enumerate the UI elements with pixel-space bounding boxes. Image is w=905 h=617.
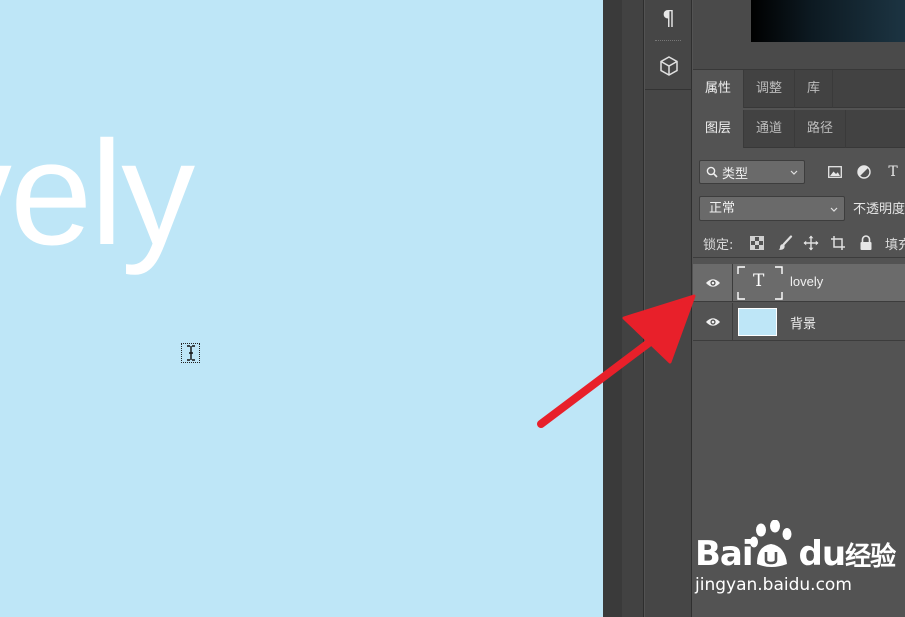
- image-filter-icon[interactable]: [826, 163, 844, 181]
- tab-libraries[interactable]: 库: [795, 70, 834, 108]
- text-ibeam-cursor: [181, 343, 200, 363]
- tab-adjustments[interactable]: 调整: [744, 70, 796, 108]
- lock-row: 锁定: 填充: [693, 228, 905, 258]
- navigator-preview: [693, 0, 905, 70]
- lock-label: 锁定:: [703, 238, 734, 253]
- document-canvas[interactable]: vely: [0, 0, 603, 617]
- opacity-label: 不透明度: [853, 202, 905, 217]
- panel-group-divider: [655, 40, 681, 42]
- text-layer-thumb-glyph: T: [753, 271, 765, 291]
- text-layer-thumbnail[interactable]: T: [737, 266, 783, 300]
- search-icon: [706, 166, 718, 178]
- layer-filter-row: 类型 T: [693, 153, 905, 191]
- layer-name[interactable]: 背景: [790, 313, 816, 332]
- visibility-eye-icon[interactable]: [705, 315, 721, 329]
- cube-icon: [659, 56, 678, 76]
- layer-row-background[interactable]: 背景: [693, 303, 905, 341]
- lock-artboard-icon[interactable]: [830, 235, 846, 251]
- lock-all-icon[interactable]: [858, 235, 874, 251]
- layer-name[interactable]: lovely: [790, 274, 823, 289]
- brand-cn: 经验: [845, 542, 896, 572]
- adjustment-filter-icon[interactable]: [855, 163, 873, 181]
- baidu-jingyan-watermark: Bai du经验 jingyan.baidu.com: [695, 520, 896, 600]
- layer-filter-select[interactable]: 类型: [699, 160, 805, 184]
- blend-mode-select[interactable]: 正常: [699, 196, 845, 221]
- paragraph-panel-button[interactable]: ¶: [645, 0, 692, 36]
- panel-dock-edge: [622, 0, 644, 617]
- visibility-eye-icon[interactable]: [705, 276, 721, 290]
- 3d-panel-button[interactable]: [645, 48, 692, 84]
- watermark-url: jingyan.baidu.com: [695, 575, 852, 595]
- properties-tab-bar: 属性 调整 库: [693, 70, 905, 108]
- brand-part: Bai: [695, 534, 754, 574]
- eye-column-divider: [732, 303, 733, 341]
- canvas-text-layer-content[interactable]: vely: [0, 120, 195, 268]
- column-divider: [645, 89, 692, 90]
- lock-transparent-pixels-icon[interactable]: [749, 235, 765, 251]
- layers-tab-bar: 图层 通道 路径: [693, 110, 905, 148]
- chevron-down-icon: [830, 207, 838, 212]
- eye-column-divider: [732, 264, 733, 302]
- background-layer-thumbnail[interactable]: [738, 308, 777, 336]
- lock-position-icon[interactable]: [803, 235, 819, 251]
- paragraph-icon: ¶: [662, 6, 675, 30]
- tab-layers[interactable]: 图层: [693, 110, 745, 148]
- watermark-brand: Bai du经验: [695, 534, 896, 574]
- lock-image-pixels-icon[interactable]: [777, 235, 793, 251]
- fill-label: 填充: [885, 238, 905, 253]
- collapsed-panel-column: ¶: [645, 0, 692, 617]
- layer-row-lovely[interactable]: T lovely: [693, 264, 905, 302]
- tab-paths[interactable]: 路径: [795, 110, 847, 148]
- navigator-thumbnail[interactable]: [751, 0, 905, 42]
- chevron-down-icon: [790, 170, 798, 175]
- tab-channels[interactable]: 通道: [744, 110, 796, 148]
- ibeam-icon: [187, 345, 195, 361]
- brand-part: du: [798, 534, 847, 574]
- filter-select-label: 类型: [722, 166, 749, 182]
- tab-properties[interactable]: 属性: [693, 70, 745, 108]
- type-filter-icon[interactable]: T: [884, 163, 902, 181]
- blend-mode-value: 正常: [709, 201, 736, 216]
- panel-gutter: [603, 0, 623, 617]
